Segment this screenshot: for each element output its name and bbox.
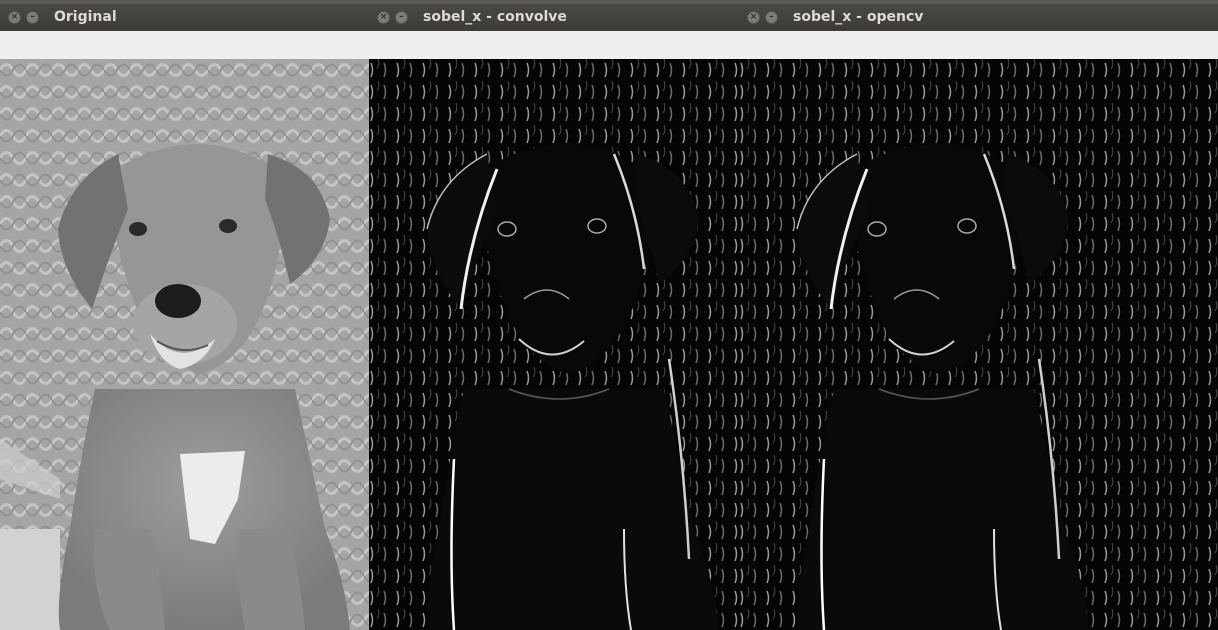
window-titlebar[interactable]: × – sobel_x - opencv bbox=[739, 4, 1218, 32]
window-titlebar[interactable]: × – Original bbox=[0, 4, 369, 32]
minimize-icon[interactable]: – bbox=[765, 11, 778, 24]
window-title: sobel_x - convolve bbox=[423, 9, 567, 25]
window-title: Original bbox=[54, 9, 117, 25]
minimize-icon[interactable]: – bbox=[395, 11, 408, 24]
original-image bbox=[0, 59, 369, 630]
window-titlebar[interactable]: × – sobel_x - convolve bbox=[369, 4, 739, 32]
close-icon[interactable]: × bbox=[377, 11, 390, 24]
close-icon[interactable]: × bbox=[747, 11, 760, 24]
sobel-convolve-window[interactable]: × – sobel_x - convolve bbox=[369, 4, 739, 630]
sobel-opencv-window[interactable]: × – sobel_x - opencv bbox=[739, 4, 1218, 630]
sobel-convolve-image bbox=[369, 59, 739, 630]
sobel-opencv-image bbox=[739, 59, 1218, 630]
original-window[interactable]: × – Original bbox=[0, 4, 369, 630]
window-toolbar bbox=[369, 31, 739, 59]
window-toolbar bbox=[0, 31, 369, 59]
window-toolbar bbox=[739, 31, 1218, 59]
minimize-icon[interactable]: – bbox=[26, 11, 39, 24]
window-title: sobel_x - opencv bbox=[793, 9, 924, 25]
close-icon[interactable]: × bbox=[8, 11, 21, 24]
